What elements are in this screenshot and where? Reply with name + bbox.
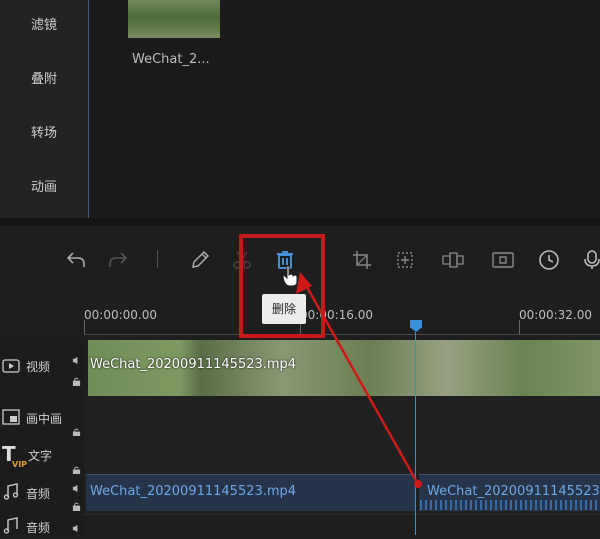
playhead-line (415, 332, 416, 535)
video-track-icon (2, 357, 20, 375)
music-note-icon (2, 483, 20, 501)
pencil-icon[interactable] (188, 248, 212, 272)
sidebar: 滤镜 叠附 转场 动画 (0, 0, 88, 218)
speaker-icon[interactable] (72, 518, 81, 533)
toolbar-separator (157, 250, 158, 268)
delete-tooltip: 删除 (262, 294, 306, 324)
audio-clip-label: WeChat_20200911145523 (427, 484, 600, 499)
hand-cursor-icon (280, 264, 300, 288)
track-label-audio1: 音频 (26, 487, 51, 501)
panel-divider[interactable] (0, 218, 600, 226)
ruler-baseline (84, 334, 600, 335)
music-note-icon (2, 517, 20, 535)
audio-clip-label: WeChat_20200911145523.mp4 (90, 484, 297, 499)
sidebar-item-filter[interactable]: 滤镜 (0, 14, 88, 33)
sidebar-item-animation[interactable]: 动画 (0, 176, 88, 195)
media-thumbnail[interactable] (128, 0, 220, 38)
lock-icon[interactable] (72, 496, 81, 511)
lock-icon[interactable] (72, 460, 81, 475)
track-label-text: 文字 (28, 449, 53, 463)
track-row-pip[interactable] (84, 396, 600, 437)
lock-icon[interactable] (72, 422, 81, 437)
speaker-icon[interactable] (72, 350, 81, 365)
video-clip-label: WeChat_20200911145523.mp4 (90, 357, 297, 372)
microphone-icon[interactable] (580, 248, 600, 272)
audio-waveform (420, 500, 600, 510)
sidebar-item-transition[interactable]: 转场 (0, 122, 88, 141)
track-label-video: 视频 (26, 360, 51, 374)
redo-icon[interactable] (106, 248, 130, 272)
track-label-pip: 画中画 (26, 412, 63, 426)
media-filename: WeChat_2... (132, 52, 210, 67)
freeze-icon[interactable] (441, 248, 465, 272)
mosaic-icon[interactable] (393, 248, 417, 272)
track-label-audio2: 音频 (26, 521, 51, 535)
ruler-tick (84, 320, 85, 334)
ruler-tick-label: 00:00:32.00 (519, 308, 592, 322)
crop-icon[interactable] (350, 248, 374, 272)
lock-icon[interactable] (72, 371, 81, 386)
ruler-tick (519, 320, 520, 334)
speaker-icon[interactable] (72, 478, 81, 493)
vip-badge: VIP (12, 460, 28, 469)
duration-icon[interactable] (537, 248, 561, 272)
sidebar-item-overlay[interactable]: 叠附 (0, 68, 88, 87)
ruler-tick-label: 00:00:00.00 (84, 308, 157, 322)
track-row-text[interactable] (84, 436, 600, 475)
record-icon[interactable] (491, 248, 515, 272)
undo-icon[interactable] (64, 248, 88, 272)
pip-icon (2, 408, 20, 426)
